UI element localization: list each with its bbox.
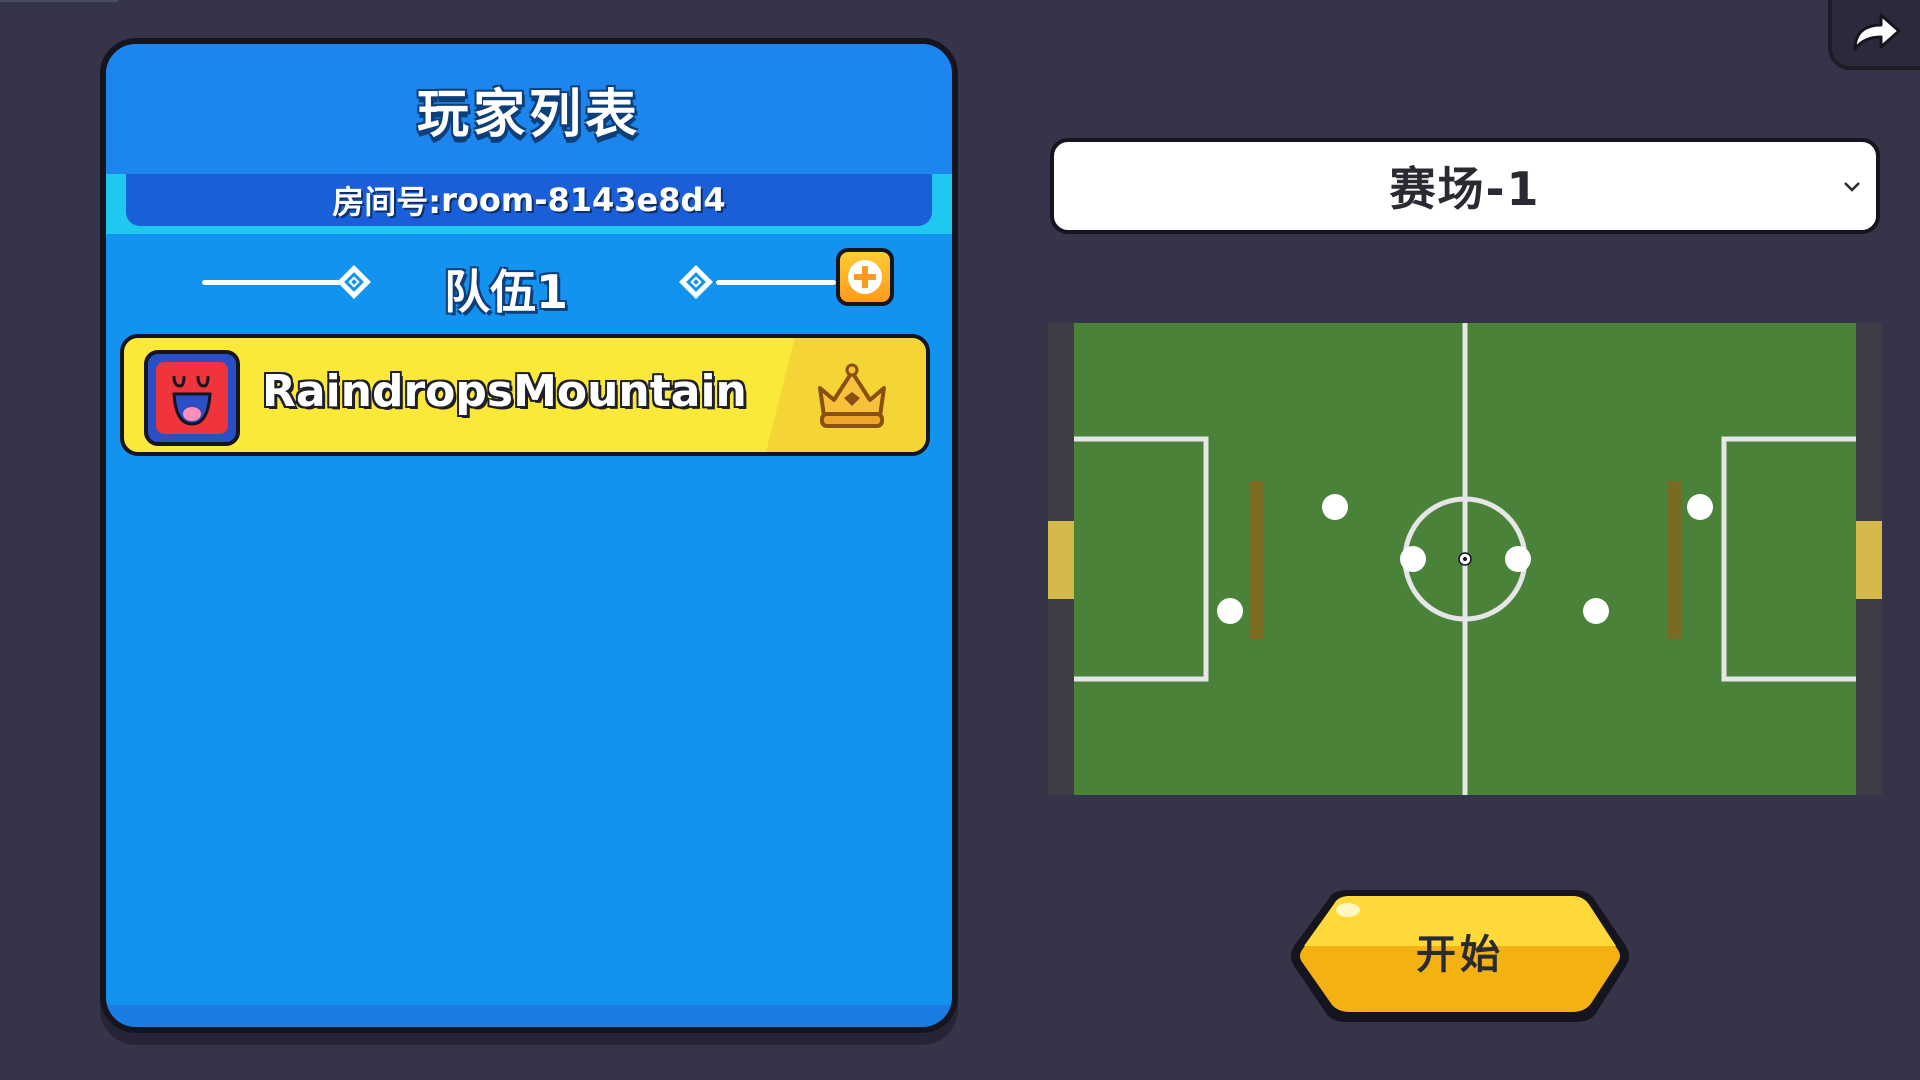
team-header: 队伍1 bbox=[106, 242, 952, 322]
room-bar: 房间号: room-8143e8d4 bbox=[106, 174, 952, 234]
arena-selected-value: 赛场-1 bbox=[1389, 162, 1541, 216]
team-divider-right bbox=[716, 280, 836, 285]
panel-footer-strip bbox=[106, 1005, 952, 1027]
start-button[interactable]: 开始 bbox=[1288, 884, 1632, 1028]
avatar bbox=[144, 350, 240, 446]
soccer-field-map bbox=[1048, 323, 1882, 795]
room-info: 房间号: room-8143e8d4 bbox=[126, 174, 932, 226]
player-name: RaindropsMountain bbox=[262, 366, 747, 417]
diamond-left-icon bbox=[337, 265, 371, 299]
exit-button[interactable] bbox=[1828, 0, 1920, 70]
diamond-right-icon bbox=[679, 265, 713, 299]
arena-select[interactable]: 赛场-1 bbox=[1050, 138, 1880, 234]
chevron-down-icon bbox=[1844, 182, 1860, 192]
team-name: 队伍1 bbox=[443, 265, 568, 319]
top-divider bbox=[0, 0, 118, 2]
player-list-panel: 玩家列表 房间号: room-8143e8d4 队伍1 RaindropsMou… bbox=[100, 38, 958, 1033]
field-preview bbox=[1048, 323, 1882, 795]
room-id: room-8143e8d4 bbox=[441, 181, 726, 219]
add-player-button[interactable] bbox=[836, 248, 894, 306]
exit-arrow-icon bbox=[1853, 13, 1901, 51]
smiley-face-icon bbox=[172, 375, 212, 426]
panel-header: 玩家列表 bbox=[106, 44, 952, 174]
team-divider-left bbox=[202, 280, 342, 285]
panel-title: 玩家列表 bbox=[416, 84, 641, 145]
crown-icon bbox=[818, 363, 886, 428]
avatar-face bbox=[156, 362, 228, 434]
player-card[interactable]: RaindropsMountain bbox=[120, 334, 930, 456]
plus-icon bbox=[848, 260, 882, 294]
start-button-label: 开始 bbox=[1416, 932, 1504, 978]
room-label: 房间号: bbox=[332, 183, 442, 221]
